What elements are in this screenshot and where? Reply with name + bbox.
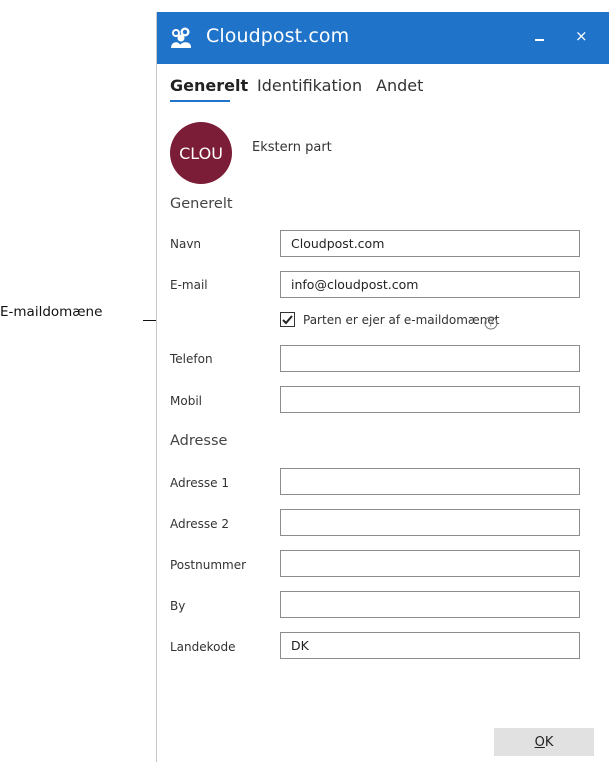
tab-generelt[interactable]: Generelt (170, 76, 248, 95)
section-heading-address: Adresse (170, 433, 228, 449)
cloud-people-icon (171, 27, 191, 48)
address1-label: Adresse 1 (170, 476, 230, 490)
city-field[interactable] (280, 591, 580, 618)
minimize-icon[interactable] (532, 30, 548, 46)
tab-identifikation[interactable]: Identifikation (257, 76, 362, 95)
title-bar: Cloudpost.com × (157, 12, 609, 64)
phone-label: Telefon (170, 352, 213, 366)
country-code-label: Landekode (170, 640, 236, 654)
city-label: By (170, 599, 186, 613)
address2-field[interactable] (280, 509, 580, 536)
name-field[interactable] (280, 230, 580, 257)
address1-field[interactable] (280, 468, 580, 495)
mobile-label: Mobil (170, 394, 202, 408)
annotation-label: E-maildomæne (0, 304, 103, 320)
window-title: Cloudpost.com (206, 25, 350, 47)
section-heading-general: Generelt (170, 196, 233, 212)
avatar: CLOU (170, 122, 232, 184)
active-tab-indicator (170, 100, 230, 102)
help-icon[interactable]: ? (484, 316, 498, 330)
mobile-field[interactable] (280, 386, 580, 413)
party-type: Ekstern part (252, 140, 332, 155)
close-icon[interactable]: × (575, 26, 588, 46)
address2-label: Adresse 2 (170, 517, 230, 531)
domain-owner-label: Parten er ejer af e-maildomænet (303, 313, 500, 327)
name-label: Navn (170, 237, 202, 251)
svg-text:?: ? (489, 320, 494, 330)
postal-code-label: Postnummer (170, 558, 247, 572)
postal-code-field[interactable] (280, 550, 580, 577)
email-field[interactable] (280, 271, 580, 298)
ok-button[interactable]: OK (494, 728, 594, 756)
country-code-field[interactable] (280, 632, 580, 659)
tab-andet[interactable]: Andet (376, 76, 423, 95)
email-label: E-mail (170, 278, 208, 292)
domain-owner-checkbox[interactable] (280, 312, 295, 327)
phone-field[interactable] (280, 345, 580, 372)
party-dialog: Cloudpost.com × Generelt Identifikation … (156, 12, 609, 762)
checkmark-icon (282, 315, 293, 325)
